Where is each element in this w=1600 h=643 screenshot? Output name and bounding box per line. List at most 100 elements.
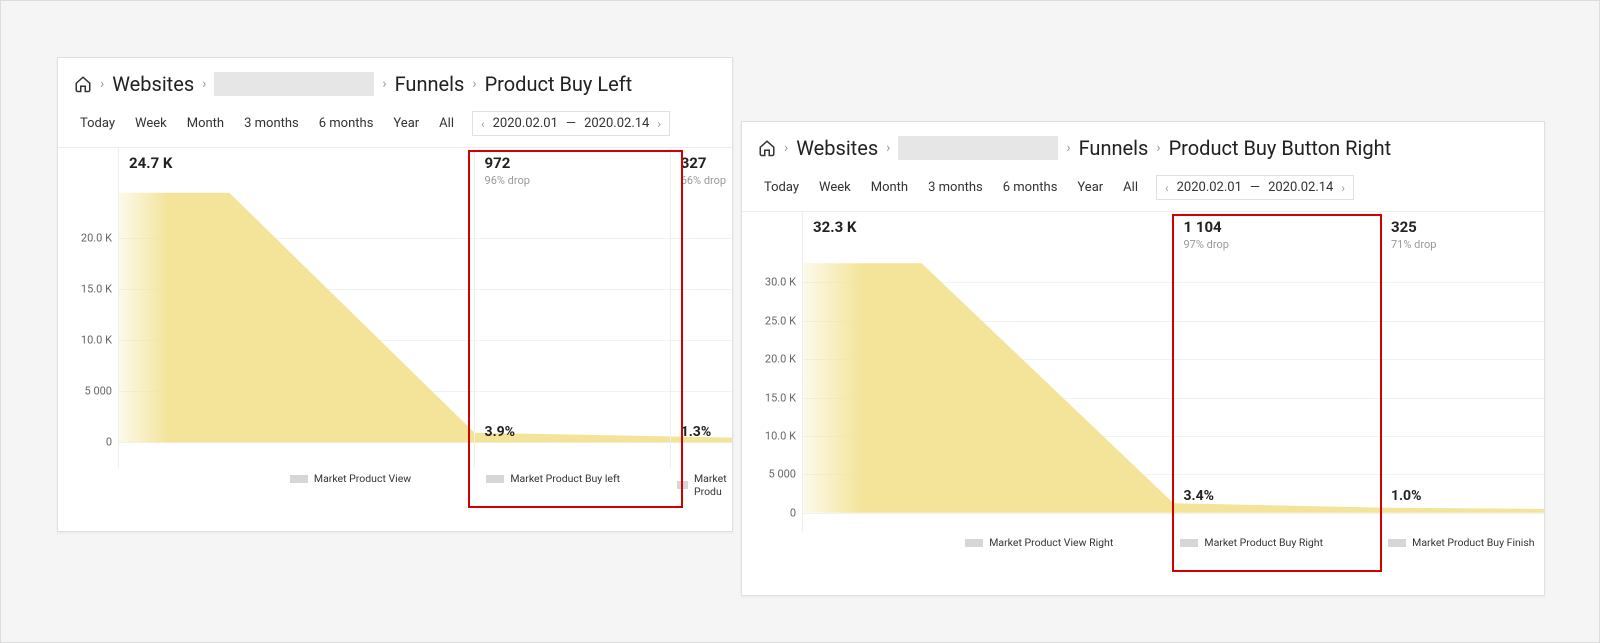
legend-label: Market Produ — [694, 472, 733, 498]
range-3months[interactable]: 3 months — [918, 174, 993, 201]
time-filter-bar: Today Week Month 3 months 6 months Year … — [58, 106, 732, 148]
chevron-right-icon: › — [100, 76, 104, 92]
chevron-right-icon: › — [886, 140, 890, 156]
stage-pct: 3.4% — [1184, 488, 1214, 504]
ytick: 30.0 K — [765, 276, 796, 289]
legend-label: Market Product Buy Right — [1204, 536, 1323, 549]
ytick: 25.0 K — [765, 314, 796, 327]
chevron-right-icon: › — [1066, 140, 1070, 156]
legend-label: Market Product Buy left — [510, 472, 620, 485]
chevron-right-icon: › — [382, 76, 386, 92]
legend-item: Market Product Buy Right — [1180, 536, 1323, 549]
ytick: 10.0 K — [81, 334, 112, 347]
legend-item: Market Produ — [677, 472, 733, 498]
range-week[interactable]: Week — [125, 110, 177, 137]
range-year[interactable]: Year — [383, 110, 429, 137]
ytick: 10.0 K — [765, 430, 796, 443]
range-month[interactable]: Month — [861, 174, 918, 201]
breadcrumb: › Websites › › Funnels › Product Buy Lef… — [58, 58, 732, 106]
date-range-picker[interactable]: ‹ 2020.02.01 — 2020.02.14 › — [472, 111, 670, 136]
funnel-chart: 30.0 K 25.0 K 20.0 K 15.0 K 10.0 K 5 000… — [742, 212, 1544, 572]
funnel-stage-2[interactable]: 972 96% drop 3.9% — [475, 148, 671, 468]
date-range-picker[interactable]: ‹ 2020.02.01 — 2020.02.14 › — [1156, 175, 1354, 200]
range-today[interactable]: Today — [70, 110, 125, 137]
range-all[interactable]: All — [1113, 174, 1148, 201]
date-from: 2020.02.01 — [1177, 180, 1242, 195]
stage-value: 32.3 K — [813, 218, 856, 236]
ytick: 20.0 K — [81, 231, 112, 244]
funnel-stage-1[interactable]: 32.3 K — [803, 212, 1174, 532]
stage-drop: 66% drop — [681, 174, 726, 187]
ytick: 0 — [106, 436, 112, 449]
range-all[interactable]: All — [429, 110, 464, 137]
range-today[interactable]: Today — [754, 174, 809, 201]
chevron-left-icon[interactable]: ‹ — [1165, 181, 1169, 195]
funnel-panel-left: › Websites › › Funnels › Product Buy Lef… — [57, 57, 733, 532]
range-6months[interactable]: 6 months — [993, 174, 1068, 201]
crumb-site-redacted[interactable] — [214, 72, 374, 96]
crumb-websites[interactable]: Websites — [796, 136, 878, 160]
range-year[interactable]: Year — [1067, 174, 1113, 201]
legend-label: Market Product View Right — [989, 536, 1113, 549]
funnel-stage-2[interactable]: 1 104 97% drop 3.4% — [1174, 212, 1381, 532]
crumb-funnels[interactable]: Funnels — [395, 72, 465, 96]
crumb-websites[interactable]: Websites — [112, 72, 194, 96]
crumb-funnels[interactable]: Funnels — [1079, 136, 1149, 160]
legend-swatch-icon — [1388, 539, 1406, 547]
stage-legend: Market Product View Right Market Product… — [802, 532, 1544, 572]
plot-area: 24.7 K 972 96% drop 3.9% 327 66% drop 1.… — [118, 148, 732, 468]
funnel-stage-3[interactable]: 325 71% drop 1.0% — [1381, 212, 1544, 532]
date-sep: — — [566, 116, 576, 131]
range-month[interactable]: Month — [177, 110, 234, 137]
legend-label: Market Product View — [314, 472, 411, 485]
stage-legend: Market Product View Market Product Buy l… — [118, 468, 732, 508]
date-from: 2020.02.01 — [493, 116, 558, 131]
legend-label: Market Product Buy Finish — [1412, 536, 1534, 549]
legend-swatch-icon — [1180, 539, 1198, 547]
stage-value: 24.7 K — [129, 154, 172, 172]
date-sep: — — [1250, 180, 1260, 195]
range-week[interactable]: Week — [809, 174, 861, 201]
plot-area: 32.3 K 1 104 97% drop 3.4% 325 71% drop … — [802, 212, 1544, 532]
legend-item: Market Product Buy left — [486, 472, 620, 485]
funnel-panel-right: › Websites › › Funnels › Product Buy But… — [741, 121, 1545, 596]
legend-item: Market Product View Right — [965, 536, 1113, 549]
stage-value: 1 104 — [1184, 218, 1229, 236]
stage-drop: 97% drop — [1184, 238, 1229, 251]
funnel-stage-3[interactable]: 327 66% drop 1.3% — [671, 148, 732, 468]
time-filter-bar: Today Week Month 3 months 6 months Year … — [742, 170, 1544, 212]
chevron-left-icon[interactable]: ‹ — [481, 117, 485, 131]
chevron-right-icon[interactable]: › — [657, 117, 661, 131]
stage-value: 327 — [681, 154, 726, 172]
crumb-title: Product Buy Button Right — [1169, 136, 1392, 160]
range-3months[interactable]: 3 months — [234, 110, 309, 137]
legend-swatch-icon — [965, 539, 983, 547]
funnel-stage-1[interactable]: 24.7 K — [119, 148, 475, 468]
legend-swatch-icon — [290, 475, 308, 483]
legend-swatch-icon — [677, 481, 688, 489]
stage-drop: 71% drop — [1391, 238, 1436, 251]
breadcrumb: › Websites › › Funnels › Product Buy But… — [742, 122, 1544, 170]
legend-item: Market Product Buy Finish — [1388, 536, 1534, 549]
home-icon[interactable] — [758, 139, 776, 157]
stage-pct: 1.0% — [1391, 488, 1421, 504]
chevron-right-icon: › — [472, 76, 476, 92]
chevron-right-icon[interactable]: › — [1341, 181, 1345, 195]
ytick: 15.0 K — [81, 282, 112, 295]
chevron-right-icon: › — [202, 76, 206, 92]
y-axis: 30.0 K 25.0 K 20.0 K 15.0 K 10.0 K 5 000… — [742, 212, 802, 532]
chevron-right-icon: › — [784, 140, 788, 156]
stage-value: 325 — [1391, 218, 1436, 236]
crumb-site-redacted[interactable] — [898, 136, 1058, 160]
y-axis: 20.0 K 15.0 K 10.0 K 5 000 0 — [58, 148, 118, 468]
stage-pct: 1.3% — [681, 424, 711, 440]
stage-pct: 3.9% — [485, 424, 515, 440]
crumb-title: Product Buy Left — [485, 72, 633, 96]
ytick: 5 000 — [769, 468, 796, 481]
legend-item: Market Product View — [290, 472, 411, 485]
date-to: 2020.02.14 — [1268, 180, 1333, 195]
legend-swatch-icon — [486, 475, 504, 483]
home-icon[interactable] — [74, 75, 92, 93]
stage-value: 972 — [485, 154, 530, 172]
range-6months[interactable]: 6 months — [309, 110, 384, 137]
